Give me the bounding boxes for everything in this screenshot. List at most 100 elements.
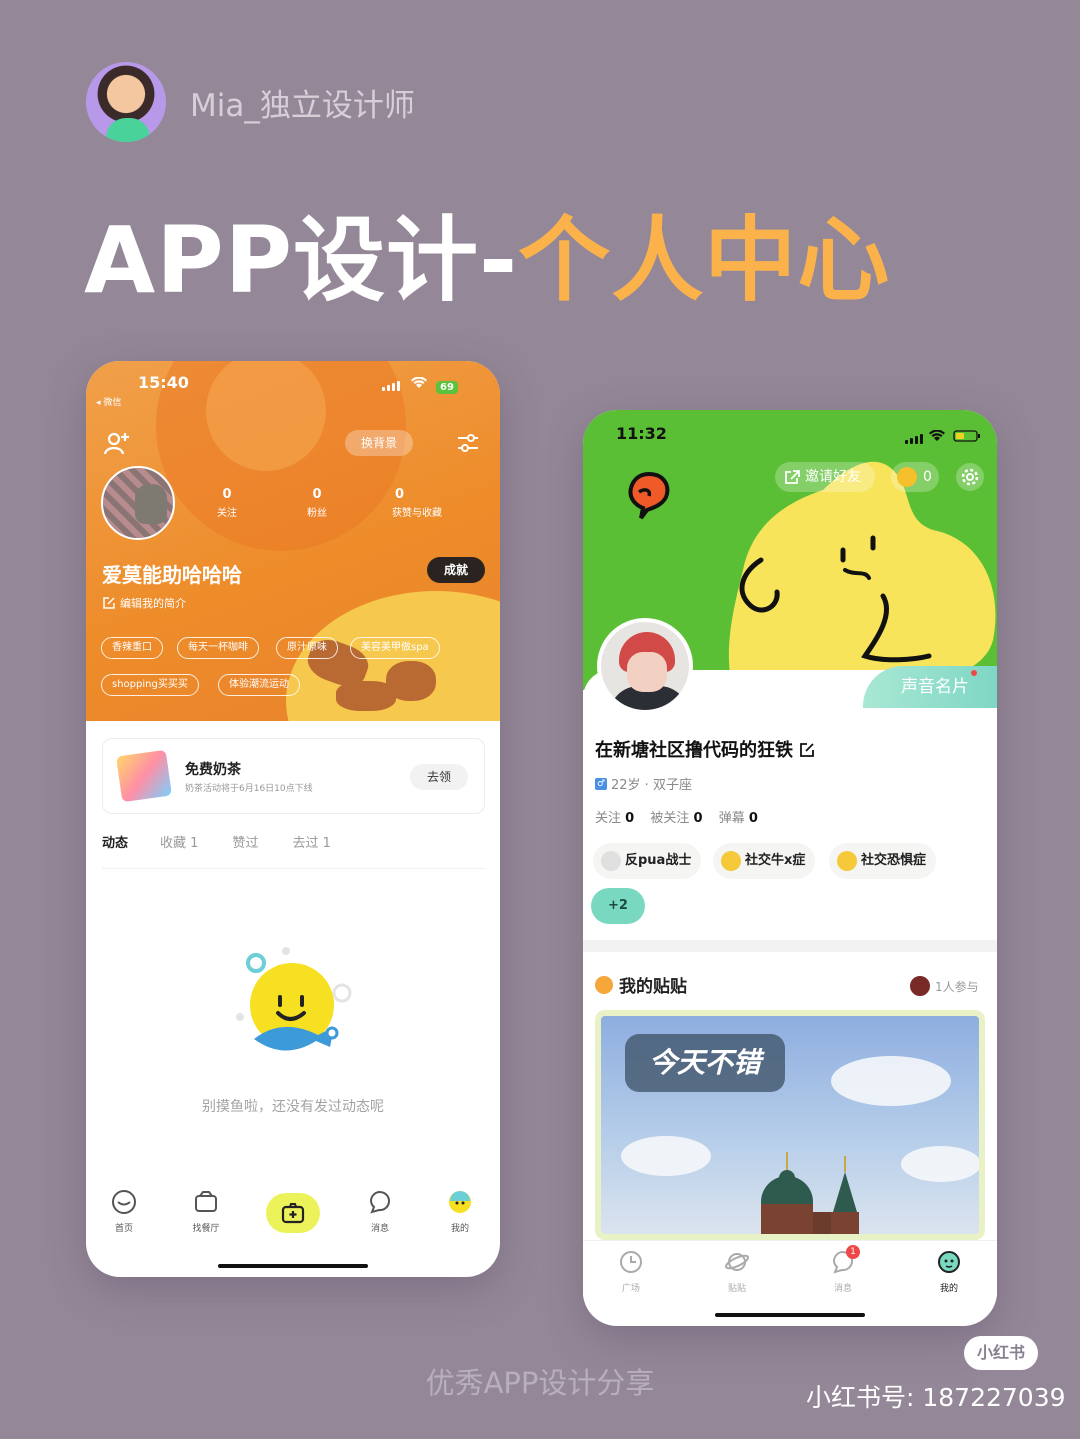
stat-label: 粉丝 [307, 508, 327, 519]
profile-face-icon [938, 1251, 960, 1273]
nav-label: 贴贴 [727, 1284, 746, 1294]
tab-liked[interactable]: 赞过 [232, 832, 258, 851]
nickname: 爱莫能助哈哈哈 [102, 563, 242, 587]
participants[interactable]: 1人参与 [909, 975, 979, 997]
coupon-card[interactable]: 免费奶茶 奶茶活动将于6月16日10点下线 去领 [102, 738, 485, 814]
interest-tag[interactable]: 原汁原味 [276, 637, 338, 659]
post-caption: 今天不错 [625, 1034, 785, 1092]
battery-icon [953, 430, 980, 442]
persona-tag[interactable]: 反pua战士 [593, 843, 702, 879]
achievement-button[interactable]: 成就 [427, 557, 485, 583]
interest-tag[interactable]: 每天一杯咖啡 [177, 637, 259, 659]
interest-tag[interactable]: 美容美甲做spa [350, 637, 440, 659]
more-tags-button[interactable]: +2 [591, 888, 645, 924]
age-text: 22岁 · 双子座 [611, 778, 692, 793]
change-background-button[interactable]: 换背景 [345, 430, 413, 456]
wifi-icon [411, 377, 427, 388]
coupon-title: 免费奶茶 [185, 762, 241, 778]
restaurant-icon [195, 1191, 217, 1212]
home-indicator [218, 1264, 368, 1268]
coupon-subtitle: 奶茶活动将于6月16日10点下线 [185, 784, 313, 794]
status-time: 11:32 [616, 424, 667, 443]
tab-visited[interactable]: 去过 1 [292, 832, 330, 851]
profile-face-icon [449, 1191, 471, 1213]
follow-label[interactable]: 关注 [595, 811, 621, 826]
author-header: Mia_独立设计师 [86, 62, 415, 142]
settings-sliders-icon[interactable] [457, 433, 479, 453]
signal-icon [905, 434, 923, 444]
bio-text: 编辑我的简介 [120, 597, 186, 610]
status-time: 15:40 [138, 373, 189, 392]
gender-icon: ♂ [595, 777, 607, 790]
tab-posts[interactable]: 动态 [102, 832, 128, 851]
age-info: ♂ 22岁 · 双子座 [595, 774, 692, 793]
persona-tag[interactable]: 社交恐惧症 [829, 843, 937, 879]
grin-emoji-icon [595, 975, 613, 994]
interest-tag[interactable]: shopping买买买 [101, 674, 199, 696]
claim-button[interactable]: 去领 [410, 764, 468, 790]
share-icon [785, 470, 800, 484]
nickname[interactable]: 在新塘社区撸代码的狂铁 [595, 736, 815, 762]
stat-value: 0 [222, 487, 232, 502]
invite-label: 邀请好友 [805, 469, 861, 485]
follower-value: 0 [693, 811, 703, 826]
content-tabs: 动态 收藏 1 赞过 去过 1 [102, 832, 365, 851]
coin-count: 0 [923, 469, 932, 485]
hero-decoration [336, 681, 396, 711]
post-photo-card[interactable]: 今天不错 [595, 1010, 985, 1240]
coin-icon [897, 467, 917, 487]
nav-home[interactable]: 首页 [94, 1189, 154, 1234]
stat-fans[interactable]: 0 粉丝 [302, 487, 332, 519]
cloud [621, 1136, 711, 1176]
edit-bio[interactable]: 编辑我的简介 [103, 595, 186, 611]
nav-messages[interactable]: 消息 [813, 1249, 873, 1294]
page-title: APP设计-个人中心 [84, 186, 890, 319]
title-part-2: 个人中心 [518, 207, 891, 314]
stat-value: 0 [312, 487, 322, 502]
author-avatar [86, 62, 166, 142]
nav-me[interactable]: 我的 [430, 1189, 490, 1234]
interest-tag[interactable]: 香辣重口 [101, 637, 163, 659]
danmaku-value: 0 [748, 811, 758, 826]
follow-value: 0 [625, 811, 635, 826]
persona-tag[interactable]: 社交牛x症 [713, 843, 816, 879]
camera-plus-icon [281, 1203, 305, 1224]
nav-posts[interactable]: 贴贴 [707, 1249, 767, 1294]
nav-me[interactable]: 我的 [919, 1249, 979, 1294]
coin-balance[interactable]: 0 [891, 462, 939, 492]
stat-likes[interactable]: 0 获赞与收藏 [392, 487, 462, 519]
nav-plaza[interactable]: 广场 [601, 1249, 661, 1294]
milk-tea-image [116, 749, 172, 803]
app-logo-icon [628, 471, 670, 520]
xiaohongshu-logo: 小红书 [964, 1336, 1038, 1370]
empty-state-mascot-icon [236, 947, 352, 1051]
participant-avatar [909, 975, 931, 997]
avatar[interactable] [101, 466, 175, 540]
follower-label[interactable]: 被关注 [650, 811, 689, 826]
cloud [901, 1146, 979, 1182]
nav-label: 找餐厅 [192, 1224, 220, 1234]
nav-label: 广场 [621, 1284, 640, 1294]
danmaku-label[interactable]: 弹幕 [719, 811, 745, 826]
publish-button[interactable] [266, 1193, 320, 1233]
tab-favorites[interactable]: 收藏 1 [160, 832, 198, 851]
stat-following[interactable]: 0 关注 [212, 487, 242, 519]
battery-indicator: 69 [436, 381, 458, 394]
nav-messages[interactable]: 消息 [350, 1189, 410, 1234]
nickname-text: 在新塘社区撸代码的狂铁 [595, 740, 793, 761]
profile-hero [86, 361, 500, 721]
bottom-nav: 广场 贴贴 消息 1 我的 [583, 1240, 997, 1300]
avatar[interactable] [597, 618, 693, 714]
follow-stats: 关注 0 被关注 0 弹幕 0 [595, 807, 770, 826]
clock-icon [620, 1251, 642, 1273]
add-friend-icon[interactable] [104, 431, 130, 455]
nav-label: 我的 [939, 1284, 958, 1294]
back-to-wechat[interactable]: ◂ 微信 [96, 395, 121, 408]
nav-restaurants[interactable]: 找餐厅 [176, 1189, 236, 1234]
invite-friends-button[interactable]: 邀请好友 [775, 462, 875, 492]
edit-icon [800, 743, 815, 757]
notification-dot [971, 670, 977, 676]
title-part-1: APP设计- [84, 207, 519, 314]
gear-icon[interactable] [955, 462, 985, 492]
interest-tag[interactable]: 体验潮流运动 [218, 674, 300, 696]
